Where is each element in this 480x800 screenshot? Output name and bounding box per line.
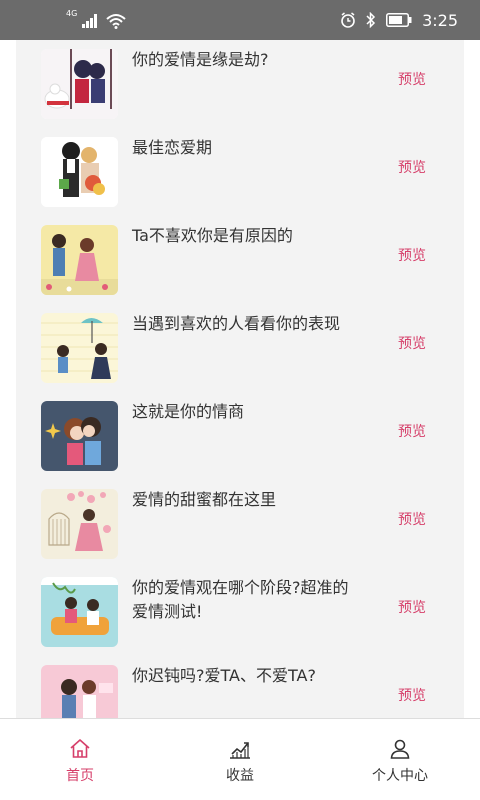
list-item[interactable]: 当遇到喜欢的人看看你的表现 预览: [16, 304, 464, 392]
status-time: 3:25: [422, 10, 458, 30]
article-title: 爱情的甜蜜都在这里: [132, 490, 277, 509]
bluetooth-icon: [366, 12, 376, 28]
couple-on-swing-icon: [41, 49, 118, 119]
status-right: 3:25: [340, 10, 458, 30]
article-title: 当遇到喜欢的人看看你的表现: [132, 314, 341, 333]
tab-profile[interactable]: 个人中心: [320, 719, 480, 800]
wifi-icon: [106, 14, 126, 29]
list-item[interactable]: 这就是你的情商 预览: [16, 392, 464, 480]
preview-button[interactable]: 预览: [398, 245, 448, 265]
home-icon: [70, 739, 90, 758]
status-bar: 4G 3:25: [0, 0, 480, 40]
list-item[interactable]: 你迟钝吗?爱TA、不爱TA? 预览: [16, 656, 464, 718]
preview-button[interactable]: 预览: [398, 685, 448, 705]
article-title: 你迟钝吗?爱TA、不爱TA?: [132, 666, 316, 685]
couple-with-flowers-icon: [41, 137, 118, 207]
bottom-nav: 首页 收益 个人中心: [0, 718, 480, 800]
preview-button[interactable]: 预览: [398, 69, 448, 89]
network-type: 4G: [66, 9, 78, 18]
couple-on-sofa-icon: [41, 577, 118, 647]
couple-on-meadow-icon: [41, 225, 118, 295]
article-list: 你的爱情是缘是劫? 预览 最佳恋爱期 预览 Ta不喜欢你是有原因的 预览 当遇到…: [16, 40, 464, 718]
list-item[interactable]: 你的爱情观在哪个阶段?超准的爱情测试! 预览: [16, 568, 464, 656]
couple-under-umbrella-icon: [41, 313, 118, 383]
preview-button[interactable]: 预览: [398, 333, 448, 353]
article-title: Ta不喜欢你是有原因的: [132, 226, 293, 245]
tab-profile-label: 个人中心: [372, 768, 428, 784]
preview-button[interactable]: 预览: [398, 597, 448, 617]
tab-earnings-label: 收益: [226, 768, 254, 784]
preview-button[interactable]: 预览: [398, 421, 448, 441]
preview-button[interactable]: 预览: [398, 157, 448, 177]
alarm-icon: [341, 12, 355, 28]
couple-kissing-icon: [41, 401, 118, 471]
signal-icon: 4G: [66, 9, 100, 29]
status-left: 4G: [66, 9, 126, 29]
person-icon: [390, 739, 410, 759]
couple-pink-icon: [41, 665, 118, 718]
article-title: 这就是你的情商: [132, 402, 245, 421]
list-item[interactable]: Ta不喜欢你是有原因的 预览: [16, 216, 464, 304]
article-title: 最佳恋爱期: [132, 138, 213, 157]
girl-with-flowers-icon: [41, 489, 118, 559]
tab-home-label: 首页: [66, 768, 94, 784]
list-item[interactable]: 你的爱情是缘是劫? 预览: [16, 40, 464, 128]
list-item[interactable]: 最佳恋爱期 预览: [16, 128, 464, 216]
article-title: 你的爱情观在哪个阶段?超准的爱情测试!: [132, 578, 349, 621]
tab-earnings[interactable]: 收益: [160, 719, 320, 800]
chart-line-icon: [230, 742, 250, 759]
preview-button[interactable]: 预览: [398, 509, 448, 529]
battery-icon: [386, 13, 412, 27]
article-title: 你的爱情是缘是劫?: [132, 50, 269, 69]
tab-home[interactable]: 首页: [0, 719, 160, 800]
list-item[interactable]: 爱情的甜蜜都在这里 预览: [16, 480, 464, 568]
